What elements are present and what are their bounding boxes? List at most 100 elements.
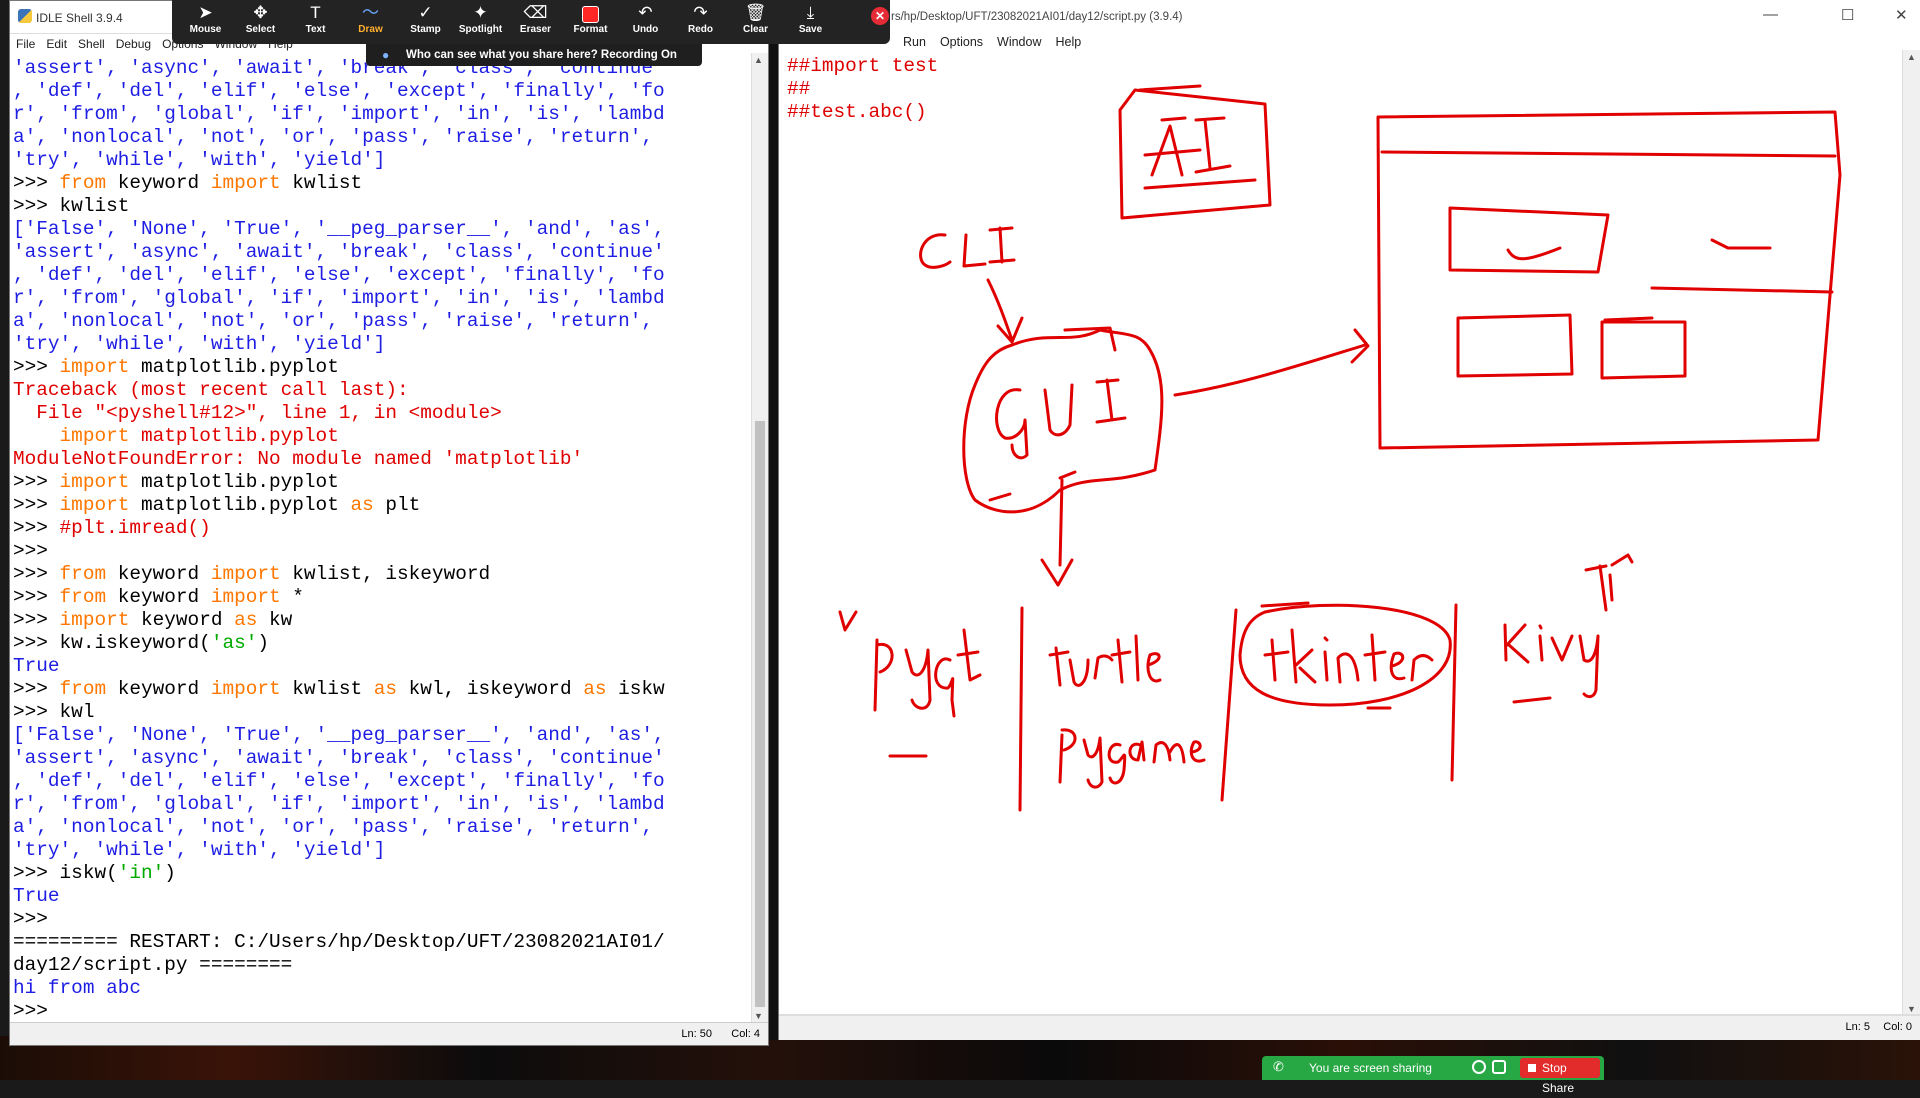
shell-text: day12/script.py ======== [13, 954, 293, 976]
shell-line: >>> kwl [13, 701, 755, 724]
shell-text: import [59, 425, 130, 447]
shell-menu-shell[interactable]: Shell [78, 37, 105, 51]
editor-code-area[interactable]: ##import test ## ##test.abc() [787, 55, 938, 124]
editor-menu-window[interactable]: Window [997, 35, 1041, 49]
shell-text: a', 'nonlocal', 'not', 'or', 'pass', 'ra… [13, 816, 653, 838]
move-icon: ✥ [253, 3, 268, 22]
shell-text: >>> [13, 1000, 60, 1022]
tool-format-button[interactable]: Format [563, 0, 618, 44]
shell-line: 'try', 'while', 'with', 'yield'] [13, 333, 755, 356]
shell-text: 'in' [117, 862, 165, 884]
tool-label: Format [573, 24, 608, 35]
redo-icon: ↷ [693, 3, 708, 22]
shell-col-number: Col: 4 [731, 1028, 760, 1040]
shell-line: , 'def', 'del', 'elif', 'else', 'except'… [13, 264, 755, 287]
indicator-icon [1472, 1060, 1486, 1074]
editor-menu-help[interactable]: Help [1056, 35, 1082, 49]
stop-share-button[interactable]: Stop Share [1520, 1058, 1600, 1095]
recording-banner-text: Who can see what you share here? Recordi… [406, 49, 677, 61]
stop-icon [1528, 1064, 1536, 1072]
people-icon: ● [382, 48, 390, 62]
shell-text: import [210, 563, 281, 585]
shell-line: 'assert', 'async', 'await', 'break', 'cl… [13, 241, 755, 264]
shell-line: True [13, 885, 755, 908]
tool-clear-button[interactable]: 🗑 Clear [728, 0, 783, 44]
shell-line: r', 'from', 'global', 'if', 'import', 'i… [13, 793, 755, 816]
shell-text: , 'def', 'del', 'elif', 'else', 'except'… [13, 264, 665, 286]
tool-label: Spotlight [458, 24, 503, 35]
tool-select-button[interactable]: ✥ Select [233, 0, 288, 44]
shell-text: >>> kwlist [13, 195, 130, 217]
tool-label: Mouse [189, 24, 222, 35]
shell-line: a', 'nonlocal', 'not', 'or', 'pass', 'ra… [13, 816, 755, 839]
shell-text: Traceback (most recent call last): [13, 379, 409, 401]
shell-text: * [280, 586, 304, 608]
shell-line: ['False', 'None', 'True', '__peg_parser_… [13, 724, 755, 747]
shell-menu-edit[interactable]: Edit [46, 37, 67, 51]
shell-line: a', 'nonlocal', 'not', 'or', 'pass', 'ra… [13, 310, 755, 333]
scroll-down-icon[interactable]: ▼ [754, 1011, 763, 1021]
shell-text: >>> [13, 609, 60, 631]
scroll-down-icon[interactable]: ▼ [1907, 1004, 1916, 1014]
shell-line: >>> import keyword as kw [13, 609, 755, 632]
shell-line: True [13, 655, 755, 678]
shell-line: >>> import matplotlib.pyplot [13, 471, 755, 494]
shell-text: >>> iskw( [13, 862, 118, 884]
shell-text: from [59, 678, 107, 700]
tool-redo-button[interactable]: ↷ Redo [673, 0, 728, 44]
tool-stamp-button[interactable]: ✓ Stamp [398, 0, 453, 44]
shell-menu-debug[interactable]: Debug [116, 37, 151, 51]
shield-icon [1492, 1060, 1506, 1074]
shell-text: kw [257, 609, 293, 631]
editor-menu-options[interactable]: Options [940, 35, 983, 49]
shell-text: >>> [13, 678, 60, 700]
editor-line-number: Ln: 5 [1845, 1021, 1870, 1033]
shell-text: a', 'nonlocal', 'not', 'or', 'pass', 'ra… [13, 126, 653, 148]
shell-line: >>> from keyword import kwlist, iskeywor… [13, 563, 755, 586]
shell-text: a', 'nonlocal', 'not', 'or', 'pass', 'ra… [13, 310, 653, 332]
tool-label: Save [798, 24, 823, 35]
close-annotation-icon[interactable]: ✕ [871, 7, 889, 25]
shell-text: r', 'from', 'global', 'if', 'import', 'i… [13, 287, 665, 309]
tool-mouse-button[interactable]: ➤ Mouse [178, 0, 233, 44]
tool-text-button[interactable]: T Text [288, 0, 343, 44]
draw-icon: 〜 [362, 3, 379, 22]
annotation-toolbar: ➤ Mouse ✥ Select T Text 〜 Draw ✓ Stamp ✦ Spotlight ⌫… [172, 0, 890, 44]
tool-label: Draw [358, 24, 383, 35]
shell-statusbar: Ln: 50 Col: 4 [10, 1022, 768, 1045]
tool-save-button[interactable]: ⤓ Save [783, 0, 838, 44]
shell-text: from [59, 563, 107, 585]
shell-text: from [59, 586, 107, 608]
close-icon[interactable]: ✕ [1895, 6, 1908, 24]
shell-text: keyword [129, 609, 235, 631]
shell-scrollbar[interactable]: ▲ ▼ [751, 53, 768, 1023]
tool-undo-button[interactable]: ↶ Undo [618, 0, 673, 44]
shell-line: >>> from keyword import * [13, 586, 755, 609]
shell-scroll-thumb[interactable] [755, 421, 765, 1007]
editor-window: rs/hp/Desktop/UFT/23082021AI01/day12/scr… [778, 0, 1920, 1040]
tool-spotlight-button[interactable]: ✦ Spotlight [453, 0, 508, 44]
shell-menu-file[interactable]: File [16, 37, 35, 51]
shell-text: keyword [106, 586, 211, 608]
shell-text: matplotlib.pyplot [129, 356, 339, 378]
shell-line: day12/script.py ======== [13, 954, 755, 977]
tool-draw-button[interactable]: 〜 Draw [343, 0, 398, 44]
maximize-icon[interactable]: ☐ [1841, 6, 1854, 24]
shell-text: as [583, 678, 607, 700]
code-line: ##test.abc() [787, 101, 927, 123]
minimize-icon[interactable]: — [1763, 6, 1778, 23]
shell-text: 'as' [210, 632, 258, 654]
shell-text: as [373, 678, 398, 700]
tool-label: Undo [632, 24, 659, 35]
eraser-icon: ⌫ [523, 3, 548, 22]
cursor-icon: ➤ [198, 3, 213, 22]
scroll-up-icon[interactable]: ▲ [1907, 52, 1916, 62]
editor-scrollbar[interactable]: ▲ ▼ [1902, 50, 1920, 1016]
shell-text: import [210, 586, 281, 608]
shell-output[interactable]: 'assert', 'async', 'await', 'break', 'cl… [13, 57, 755, 1023]
tool-eraser-button[interactable]: ⌫ Eraser [508, 0, 563, 44]
shell-text: ) [257, 632, 270, 654]
scroll-up-icon[interactable]: ▲ [754, 55, 763, 65]
editor-menu-run[interactable]: Run [903, 35, 926, 49]
shell-text: matplotlib.pyplot [129, 494, 351, 516]
